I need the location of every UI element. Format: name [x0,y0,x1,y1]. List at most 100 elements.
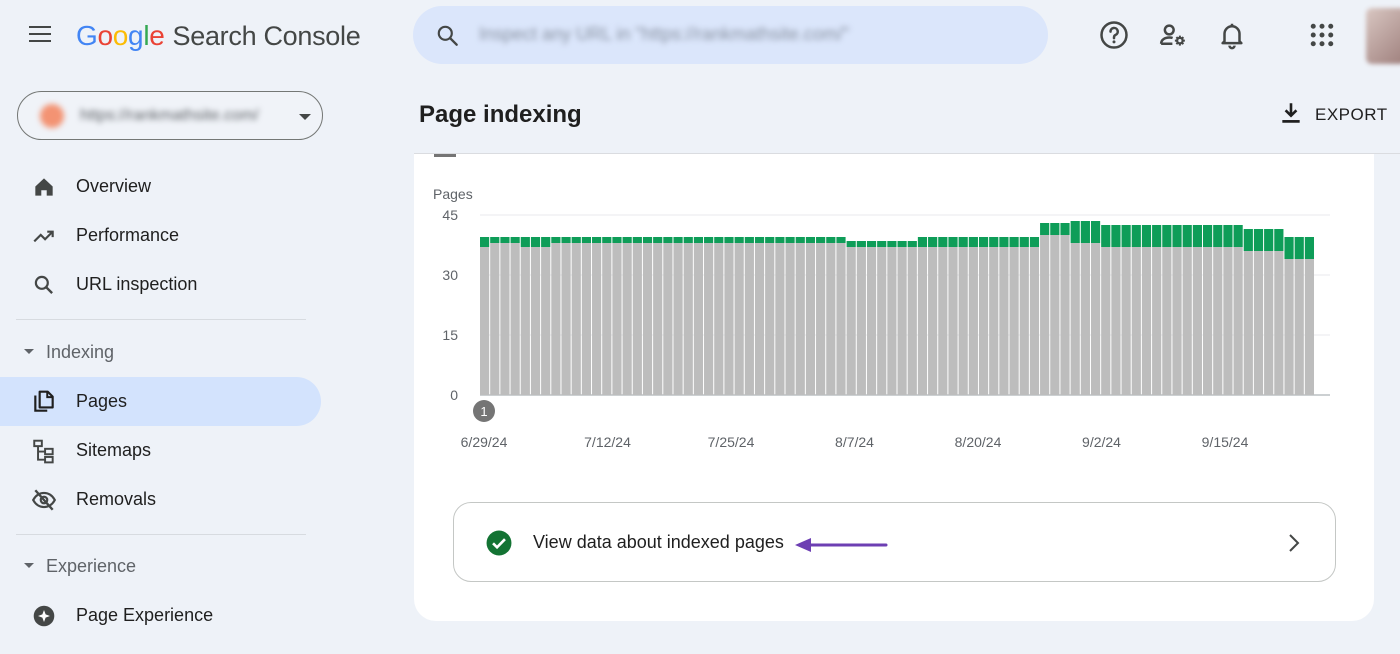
bar-indexed[interactable] [744,237,754,243]
bar-indexed[interactable] [1274,229,1284,251]
bar-indexed[interactable] [1213,225,1223,247]
url-inspection-search[interactable]: Inspect any URL in "https://rankmathsite… [413,6,1048,64]
bar-not-indexed[interactable] [816,243,826,395]
bar-not-indexed[interactable] [754,243,765,395]
bar-not-indexed[interactable] [530,247,541,395]
bar-indexed[interactable] [602,237,612,243]
bar-not-indexed[interactable] [938,247,948,395]
bar-not-indexed[interactable] [1192,247,1202,395]
bar-not-indexed[interactable] [744,243,754,395]
bar-not-indexed[interactable] [1304,259,1314,395]
bar-indexed[interactable] [734,237,744,243]
bar-indexed[interactable] [1233,225,1243,247]
bar-not-indexed[interactable] [734,243,744,395]
bar-indexed[interactable] [1202,225,1213,247]
bar-not-indexed[interactable] [1009,247,1019,395]
property-selector[interactable]: https://rankmathsite.com/ [17,91,323,140]
sidebar-item-url-inspection[interactable]: URL inspection [0,260,321,309]
bar-not-indexed[interactable] [1152,247,1162,395]
bar-indexed[interactable] [1264,229,1274,251]
bar-indexed[interactable] [1060,223,1070,235]
bar-not-indexed[interactable] [805,243,816,395]
bar-indexed[interactable] [989,237,999,247]
bar-not-indexed[interactable] [907,247,917,395]
bar-indexed[interactable] [693,237,704,243]
bar-indexed[interactable] [1284,237,1294,259]
bar-indexed[interactable] [1141,225,1152,247]
bar-indexed[interactable] [938,237,948,247]
sidebar-item-removals[interactable]: Removals [0,475,321,524]
bar-indexed[interactable] [1101,225,1111,247]
bar-indexed[interactable] [1019,237,1029,247]
bar-indexed[interactable] [846,241,856,247]
bar-indexed[interactable] [1304,237,1314,259]
bar-not-indexed[interactable] [1080,243,1090,395]
bar-indexed[interactable] [1070,221,1080,243]
bar-indexed[interactable] [978,237,989,247]
bar-indexed[interactable] [490,237,500,243]
bar-not-indexed[interactable] [1162,247,1172,395]
bar-not-indexed[interactable] [887,247,897,395]
bar-not-indexed[interactable] [724,243,734,395]
bar-indexed[interactable] [999,237,1009,247]
bar-not-indexed[interactable] [1029,247,1040,395]
bar-indexed[interactable] [520,237,530,247]
bar-indexed[interactable] [642,237,653,243]
bar-indexed[interactable] [805,237,816,243]
bar-indexed[interactable] [1131,225,1141,247]
bar-not-indexed[interactable] [877,247,887,395]
apps-grid-icon[interactable] [1307,20,1337,50]
bar-indexed[interactable] [612,237,622,243]
bar-indexed[interactable] [1182,225,1192,247]
bar-not-indexed[interactable] [1101,247,1111,395]
bar-not-indexed[interactable] [1253,251,1264,395]
bar-indexed[interactable] [530,237,541,247]
bar-not-indexed[interactable] [551,243,561,395]
bar-indexed[interactable] [948,237,958,247]
bar-not-indexed[interactable] [1264,251,1274,395]
bar-not-indexed[interactable] [500,243,510,395]
bar-not-indexed[interactable] [1284,259,1294,395]
bar-not-indexed[interactable] [612,243,622,395]
bar-indexed[interactable] [1152,225,1162,247]
bar-not-indexed[interactable] [1050,235,1060,395]
bar-indexed[interactable] [775,237,785,243]
sidebar-section-indexing[interactable]: Indexing [0,338,320,368]
bar-indexed[interactable] [877,241,887,247]
bar-indexed[interactable] [816,237,826,243]
bar-indexed[interactable] [968,237,978,247]
annotation-marker[interactable]: 1 [473,400,495,422]
bar-indexed[interactable] [1294,237,1304,259]
bar-indexed[interactable] [1243,229,1253,251]
sidebar-item-overview[interactable]: Overview [0,162,321,211]
bar-indexed[interactable] [673,237,683,243]
bar-not-indexed[interactable] [1141,247,1152,395]
bar-not-indexed[interactable] [541,247,551,395]
bar-indexed[interactable] [856,241,866,247]
bar-indexed[interactable] [1080,221,1090,243]
bar-indexed[interactable] [1121,225,1131,247]
sidebar-item-sitemaps[interactable]: Sitemaps [0,426,321,475]
bar-indexed[interactable] [1172,225,1182,247]
bar-indexed[interactable] [541,237,551,247]
bar-not-indexed[interactable] [642,243,653,395]
bar-not-indexed[interactable] [978,247,989,395]
bar-not-indexed[interactable] [1019,247,1029,395]
bar-not-indexed[interactable] [836,243,846,395]
bar-indexed[interactable] [653,237,663,243]
notifications-icon[interactable] [1217,20,1247,50]
bar-not-indexed[interactable] [897,247,907,395]
bar-not-indexed[interactable] [1131,247,1141,395]
bar-indexed[interactable] [795,237,805,243]
bar-indexed[interactable] [1162,225,1172,247]
bar-not-indexed[interactable] [1294,259,1304,395]
bar-not-indexed[interactable] [581,243,592,395]
bar-indexed[interactable] [785,237,795,243]
bar-not-indexed[interactable] [785,243,795,395]
bar-indexed[interactable] [958,237,968,247]
bar-not-indexed[interactable] [683,243,693,395]
bar-indexed[interactable] [887,241,897,247]
bar-indexed[interactable] [1192,225,1202,247]
bar-not-indexed[interactable] [1233,247,1243,395]
bar-not-indexed[interactable] [1090,243,1101,395]
